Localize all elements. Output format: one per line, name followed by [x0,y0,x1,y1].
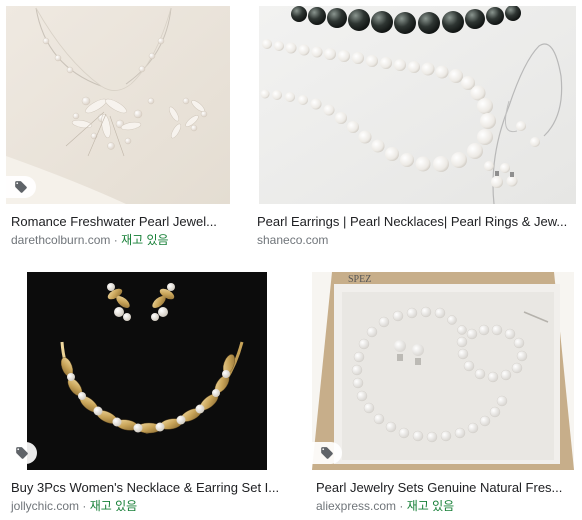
result-title-3[interactable]: Buy 3Pcs Women's Necklace & Earring Set … [11,480,291,496]
separator: · [79,499,90,513]
result-source-line-1: darethcolburn.com · 재고 있음 [11,232,169,248]
in-stock-label: 재고 있음 [406,499,455,513]
in-stock-label: 재고 있음 [121,233,169,247]
result-card-1[interactable]: Romance Freshwater Pearl Jewel... dareth… [0,0,240,250]
result-title-4[interactable]: Pearl Jewelry Sets Genuine Natural Fres.… [316,480,578,496]
shopping-tag-badge [6,176,36,198]
tag-icon [16,447,28,459]
result-card-3[interactable]: Buy 3Pcs Women's Necklace & Earring Set … [0,264,300,520]
image-results-grid: Romance Freshwater Pearl Jewel... dareth… [0,0,582,520]
result-source-line-4: aliexpress.com · 재고 있음 [316,498,454,514]
shopping-tag-badge [7,442,37,464]
pearl-strands-image [259,6,576,204]
necklace-image [6,6,230,204]
result-card-2[interactable]: Pearl Earrings | Pearl Necklaces| Pearl … [252,0,582,250]
source-domain: shaneco.com [257,233,329,247]
result-source-line-2: shaneco.com [257,232,328,248]
source-domain: jollychic.com [11,499,80,513]
result-image-4[interactable]: SPEZ [312,272,574,470]
result-image-2[interactable] [259,6,576,204]
tag-icon [15,181,27,193]
box-brand-text: SPEZ [348,274,371,285]
result-source-line-3: jollychic.com · 재고 있음 [11,498,137,514]
source-domain: aliexpress.com [316,499,397,513]
tag-icon [321,447,333,459]
result-image-3[interactable] [7,272,295,470]
separator: · [110,233,122,247]
result-title-2[interactable]: Pearl Earrings | Pearl Necklaces| Pearl … [257,214,575,230]
shopping-tag-badge [312,442,342,464]
in-stock-label: 재고 있음 [89,499,138,513]
separator: · [396,499,407,513]
result-card-4[interactable]: SPEZ Pearl Jewelry Sets Genuine Natural … [306,264,582,520]
gold-necklace-image [7,272,295,470]
pearl-set-box-image: SPEZ [312,272,574,470]
source-domain: darethcolburn.com [11,233,111,247]
result-title-1[interactable]: Romance Freshwater Pearl Jewel... [11,214,233,230]
result-image-1[interactable] [6,6,230,204]
